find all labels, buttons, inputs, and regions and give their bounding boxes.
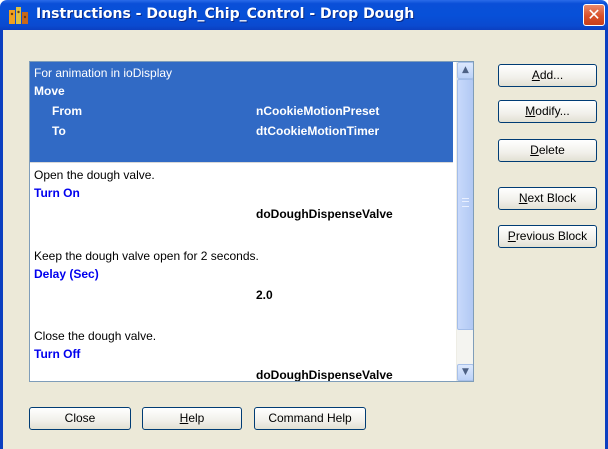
instruction-command: Move: [34, 84, 65, 98]
param-value-to: dtCookieMotionTimer: [256, 124, 380, 138]
previous-block-label: revious Block: [515, 229, 588, 243]
list-item-turn-on[interactable]: Open the dough valve. Turn On doDoughDis…: [30, 163, 453, 245]
param-value: doDoughDispenseValve: [256, 368, 393, 381]
vertical-scrollbar[interactable]: ▲ ▼: [456, 62, 473, 381]
add-button-label: dd...: [539, 68, 564, 82]
instruction-comment: Keep the dough valve open for 2 seconds.: [34, 249, 259, 263]
close-button-label: Close: [64, 411, 96, 425]
help-button-label: elp: [188, 411, 205, 425]
title-bar[interactable]: Instructions - Dough_Chip_Control - Drop…: [0, 0, 608, 30]
previous-block-mnemonic: P: [507, 229, 516, 243]
modify-button-label: odify...: [535, 104, 570, 118]
param-value: 2.0: [256, 288, 273, 302]
delete-button-label: elete: [538, 143, 565, 157]
add-button-mnemonic: A: [531, 68, 540, 82]
chevron-up-icon: ▲: [462, 65, 469, 75]
list-item-move[interactable]: For animation in ioDisplay Move From nCo…: [30, 62, 453, 163]
param-label-to: To: [52, 124, 66, 138]
instructions-list[interactable]: For animation in ioDisplay Move From nCo…: [29, 61, 474, 382]
param-value-from: nCookieMotionPreset: [256, 104, 380, 118]
delete-button-mnemonic: D: [530, 143, 539, 157]
close-icon: ✕: [587, 5, 601, 24]
list-item-delay[interactable]: Keep the dough valve open for 2 seconds.…: [30, 245, 453, 327]
scroll-thumb[interactable]: [457, 79, 473, 330]
instruction-command: Turn Off: [34, 347, 81, 361]
instruction-command: Delay (Sec): [34, 267, 99, 281]
add-button[interactable]: Add...: [498, 64, 597, 87]
modify-button[interactable]: Modify...: [498, 100, 597, 123]
instruction-comment: Close the dough valve.: [34, 329, 157, 343]
window-title: Instructions - Dough_Chip_Control - Drop…: [36, 6, 415, 22]
instruction-comment: Open the dough valve.: [34, 168, 155, 182]
command-help-button[interactable]: Command Help: [254, 407, 366, 430]
close-button[interactable]: Close: [29, 407, 131, 430]
chevron-down-icon: ▼: [462, 367, 469, 377]
delete-button[interactable]: Delete: [498, 139, 597, 162]
param-label-from: From: [52, 104, 82, 118]
instruction-command: Turn On: [34, 186, 80, 200]
param-value: doDoughDispenseValve: [256, 207, 393, 221]
grip-icon: [462, 198, 469, 207]
help-button[interactable]: Help: [142, 407, 242, 430]
scroll-down-button[interactable]: ▼: [457, 364, 473, 381]
next-block-button[interactable]: Next Block: [498, 187, 597, 210]
modify-button-mnemonic: M: [525, 104, 536, 118]
close-window-button[interactable]: ✕: [583, 4, 605, 26]
command-help-button-label: Command Help: [268, 411, 352, 425]
cookie-app-icon: [9, 7, 28, 24]
scroll-up-button[interactable]: ▲: [457, 62, 473, 79]
instruction-comment: For animation in ioDisplay: [34, 66, 173, 80]
previous-block-button[interactable]: Previous Block: [498, 225, 597, 248]
list-item-turn-off[interactable]: Close the dough valve. Turn Off doDoughD…: [30, 327, 453, 381]
next-block-label: ext Block: [527, 191, 577, 205]
